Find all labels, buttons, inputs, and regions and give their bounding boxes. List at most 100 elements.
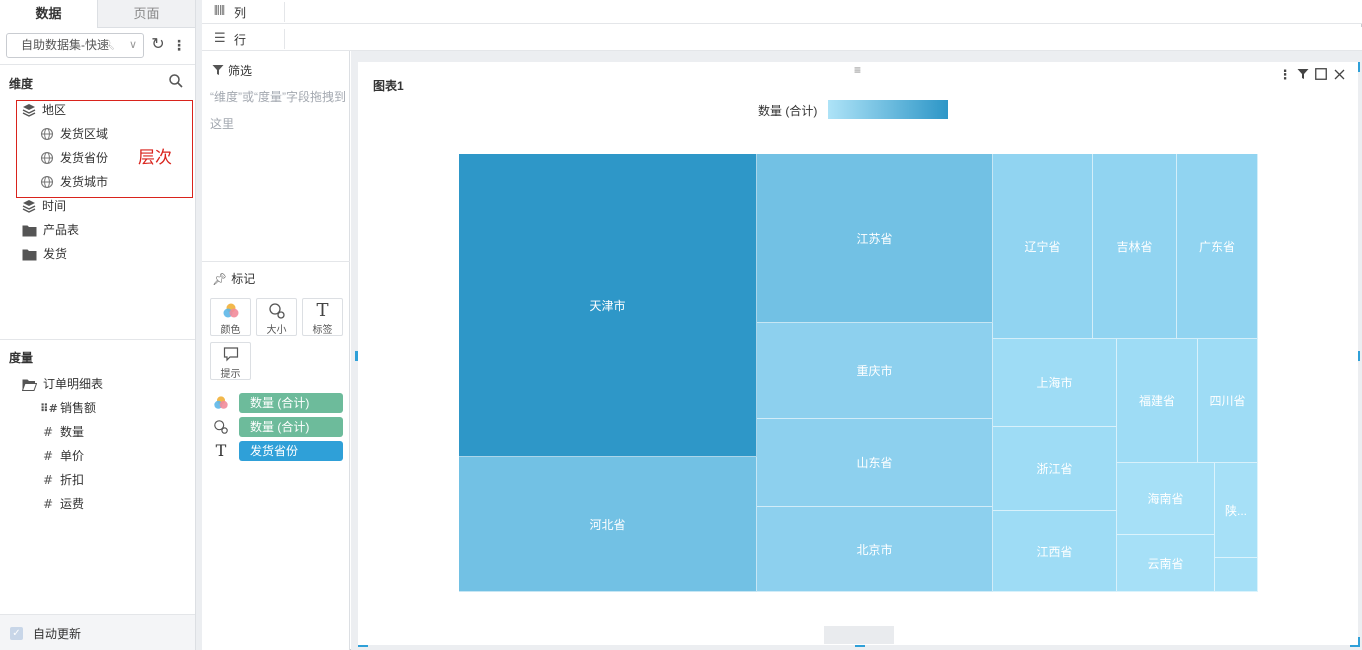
search-icon: 🔍︎	[102, 40, 115, 51]
chevron-down-icon: ∨	[128, 39, 137, 51]
hash-icon: #	[42, 473, 54, 487]
filter-icon[interactable]	[1294, 67, 1312, 82]
treemap-cell[interactable]: 辽宁省	[993, 154, 1093, 339]
rows-shelf[interactable]: ☰ 行	[202, 27, 1362, 51]
treemap-cell-label: 江西省	[1036, 544, 1073, 559]
mark-tooltip-label: 提示	[220, 369, 241, 380]
comment-icon	[211, 343, 250, 365]
dataset-select[interactable]: 自助数据集-快速 🔍︎ ∨	[6, 33, 144, 58]
filter-title: 筛选	[228, 64, 253, 78]
measure-item-sales[interactable]: ⠿# 销售额	[40, 398, 96, 418]
hash-icon: #	[42, 449, 54, 463]
dataset-select-value: 自助数据集-快速	[21, 38, 109, 52]
tree-item-label: 产品表	[43, 223, 80, 237]
field-pill[interactable]: 数量 (合计)	[239, 417, 343, 437]
panel-tabs: 数据 页面	[0, 0, 196, 28]
treemap-cell-label: 吉林省	[1116, 239, 1153, 254]
treemap-cell-label: 山东省	[856, 456, 893, 470]
rows-shelf-label: 行	[234, 33, 247, 47]
mark-color-label: 颜色	[220, 325, 241, 336]
color-icon	[211, 299, 250, 321]
calculated-field-icon: ⠿#	[40, 402, 58, 415]
treemap-cell-label: 重庆市	[856, 364, 893, 378]
filter-drop-zone[interactable]: “维度”或“度量”字段拖拽到这里	[210, 84, 348, 138]
treemap-cell[interactable]: 四川省	[1198, 339, 1258, 463]
mark-pill-row-label: T 发货省份	[212, 441, 348, 461]
mark-size-button[interactable]: 大小	[256, 298, 297, 336]
size-icon	[212, 417, 230, 437]
columns-shelf[interactable]: ⫴⫴ 列	[202, 0, 1362, 24]
tree-item-product-table[interactable]: 产品表	[22, 220, 79, 240]
tree-item-shipping[interactable]: 发货	[22, 244, 67, 264]
measure-label: 折扣	[60, 473, 85, 487]
auto-update-label: 自动更新	[33, 627, 82, 641]
tree-item-time[interactable]: 时间	[22, 196, 66, 216]
hierarchy-annotation: 层次	[138, 148, 172, 167]
tree-item-order-detail-table[interactable]: 订单明细表	[21, 374, 103, 394]
tab-data[interactable]: 数据	[0, 0, 97, 28]
treemap-cell-label: 河北省	[589, 517, 626, 532]
more-vertical-icon[interactable]: ⋮	[172, 36, 186, 54]
treemap-cell-label: 陕...	[1224, 503, 1247, 518]
treemap-cell-label: 广东省	[1198, 239, 1235, 254]
auto-update-bar: ✓ 自动更新	[0, 614, 195, 650]
measure-item-quantity[interactable]: # 数量	[40, 422, 84, 442]
mark-tooltip-button[interactable]: 提示	[210, 342, 251, 380]
divider	[0, 339, 195, 340]
treemap-cell[interactable]: 上海市	[993, 339, 1117, 427]
measure-item-discount[interactable]: # 折扣	[40, 470, 84, 490]
dimensions-title: 维度	[9, 77, 34, 91]
treemap-cell[interactable]: 云南省	[1117, 535, 1215, 592]
treemap-cell-label: 北京市	[856, 542, 893, 557]
treemap-cell[interactable]: 江苏省	[757, 154, 993, 323]
rows-icon: ☰	[214, 30, 226, 45]
close-icon[interactable]	[1330, 67, 1348, 82]
folder-open-icon	[21, 379, 38, 391]
columns-icon: ⫴⫴	[214, 3, 225, 18]
treemap-cell[interactable]: 广东省	[1177, 154, 1258, 339]
mark-size-label: 大小	[266, 325, 287, 336]
marks-section: 📌︎ 标记	[212, 270, 255, 287]
filter-section: 筛选	[212, 62, 252, 79]
treemap-cell-label: 福建省	[1138, 394, 1175, 408]
field-pill[interactable]: 发货省份	[239, 441, 343, 461]
treemap-cell[interactable]: 浙江省	[993, 427, 1117, 511]
refresh-icon[interactable]: ↻	[149, 36, 167, 54]
treemap-cell-label: 上海市	[1036, 376, 1073, 390]
hash-icon: #	[42, 425, 54, 439]
treemap-cell[interactable]: 重庆市	[757, 323, 993, 419]
mark-pill-row-size: 数量 (合计)	[212, 417, 348, 437]
more-vertical-icon[interactable]: ⋮	[1276, 67, 1294, 83]
search-icon[interactable]	[168, 73, 184, 89]
folder-icon	[22, 225, 37, 237]
mark-pill-row-color: 数量 (合计)	[212, 393, 348, 413]
tree-item-label: 时间	[42, 199, 67, 213]
text-icon: T	[316, 300, 329, 321]
mark-color-button[interactable]: 颜色	[210, 298, 251, 336]
mark-label-button[interactable]: T 标签	[302, 298, 343, 336]
treemap-cell[interactable]: 吉林省	[1093, 154, 1177, 339]
treemap-cell[interactable]: 山东省	[757, 419, 993, 507]
chart-title: 图表1	[373, 79, 404, 93]
hash-icon: #	[42, 497, 54, 511]
measure-item-unit-price[interactable]: # 单价	[40, 446, 84, 466]
treemap-cell[interactable]	[1215, 558, 1258, 592]
chart-widget[interactable]: ≡ 图表1 ⋮ 数量 (合计) 天津市 河北省 江苏省 重庆市 山东省 北京市 辽宁省 吉林省…	[358, 62, 1358, 645]
auto-update-checkbox[interactable]: ✓	[10, 627, 23, 640]
treemap-cell[interactable]: 天津市	[459, 154, 757, 457]
treemap-cell[interactable]: 海南省	[1117, 463, 1215, 535]
maximize-icon[interactable]	[1312, 67, 1330, 82]
data-panel: 数据 页面 自助数据集-快速 🔍︎ ∨ ↻ ⋮ 维度 地区 发货区域 发货省份 …	[0, 0, 196, 650]
drag-handle-icon[interactable]: ≡	[854, 63, 861, 77]
treemap-cell[interactable]: 江西省	[993, 511, 1117, 592]
treemap-cell-label: 浙江省	[1036, 462, 1073, 476]
treemap-cell[interactable]: 北京市	[757, 507, 993, 592]
field-pill[interactable]: 数量 (合计)	[239, 393, 343, 413]
tab-page[interactable]: 页面	[97, 0, 195, 28]
treemap-cell[interactable]: 河北省	[459, 457, 757, 592]
treemap-cell[interactable]: 福建省	[1117, 339, 1198, 463]
treemap-cell[interactable]: 陕...	[1215, 463, 1258, 558]
legend-gradient	[828, 100, 948, 119]
measure-item-freight[interactable]: # 运费	[40, 494, 84, 514]
treemap-cell-label: 辽宁省	[1024, 239, 1061, 254]
